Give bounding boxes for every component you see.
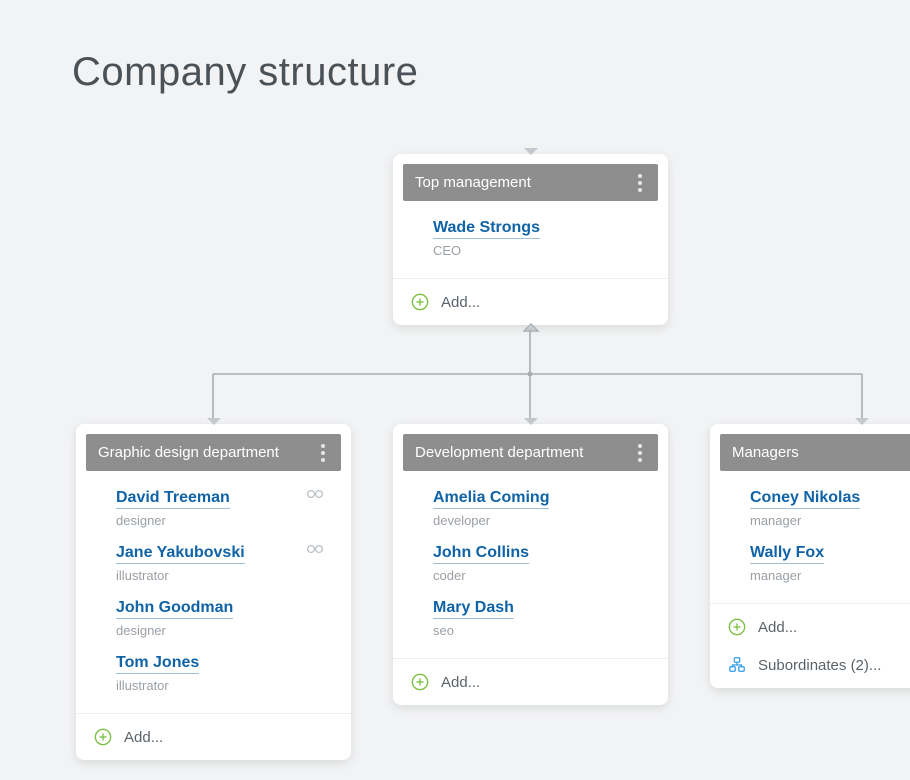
org-card-graphic-design: Graphic design department David Treeman … [76,424,351,760]
card-body: Amelia Coming developer John Collins cod… [403,471,658,652]
org-card-managers: Managers Coney Nikolas manager Wally Fox… [710,424,910,688]
person-row: John Goodman designer [94,593,333,648]
subordinates-label: Subordinates (2)... [758,657,881,674]
plus-circle-icon [94,728,112,746]
person-row: Amelia Coming developer [411,483,650,538]
subordinates-button[interactable]: Subordinates (2)... [710,646,910,684]
observer-icon [305,544,325,563]
person-role: developer [433,513,640,528]
card-title: Managers [732,444,799,461]
org-card-development: Development department Amelia Coming dev… [393,424,668,705]
person-name-link[interactable]: Wade Strongs [433,219,540,239]
card-title: Top management [415,174,531,191]
add-person-button[interactable]: Add... [393,663,668,701]
card-footer: Add... [393,658,668,705]
person-name-link[interactable]: Tom Jones [116,654,199,674]
card-footer: Add... [393,278,668,325]
add-person-button[interactable]: Add... [393,283,668,321]
person-row: Wade Strongs CEO [411,213,650,268]
collapse-arrow-icon[interactable] [205,416,223,426]
add-label: Add... [124,729,163,746]
card-body: Coney Nikolas manager Wally Fox manager [720,471,910,597]
person-row: Jane Yakubovski illustrator [94,538,333,593]
card-menu-button[interactable] [628,171,652,195]
person-name-link[interactable]: Amelia Coming [433,489,549,509]
person-name-link[interactable]: Wally Fox [750,544,824,564]
plus-circle-icon [411,673,429,691]
person-row: John Collins coder [411,538,650,593]
plus-circle-icon [728,618,746,636]
person-row: Coney Nikolas manager [728,483,910,538]
person-row: Wally Fox manager [728,538,910,593]
person-name-link[interactable]: Mary Dash [433,599,514,619]
add-label: Add... [441,294,480,311]
person-name-link[interactable]: John Collins [433,544,529,564]
card-title: Development department [415,444,583,461]
person-row: David Treeman designer [94,483,333,538]
card-header: Managers [720,434,910,471]
observer-icon [305,489,325,508]
person-name-link[interactable]: Jane Yakubovski [116,544,245,564]
collapse-arrow-icon[interactable] [853,416,871,426]
expand-arrow-icon[interactable] [522,323,540,333]
person-role: manager [750,513,910,528]
person-name-link[interactable]: David Treeman [116,489,230,509]
add-person-button[interactable]: Add... [710,608,910,646]
person-row: Tom Jones illustrator [94,648,333,703]
card-header: Development department [403,434,658,471]
card-header: Graphic design department [86,434,341,471]
person-role: seo [433,623,640,638]
card-body: David Treeman designer Jane Yakubovski i… [86,471,341,707]
person-name-link[interactable]: Coney Nikolas [750,489,860,509]
add-label: Add... [758,619,797,636]
plus-circle-icon [411,293,429,311]
person-row: Mary Dash seo [411,593,650,648]
card-header: Top management [403,164,658,201]
card-footer: Add... [76,713,351,760]
person-role: CEO [433,243,640,258]
hierarchy-icon [728,656,746,674]
card-menu-button[interactable] [628,441,652,465]
person-role: designer [116,513,323,528]
person-role: illustrator [116,678,323,693]
person-role: designer [116,623,323,638]
page-title: Company structure [72,50,418,95]
collapse-arrow-icon[interactable] [522,146,540,156]
person-role: illustrator [116,568,323,583]
card-footer: Add... Subordinates (2)... [710,603,910,688]
collapse-arrow-icon[interactable] [522,416,540,426]
card-body: Wade Strongs CEO [403,201,658,272]
add-person-button[interactable]: Add... [76,718,351,756]
person-role: coder [433,568,640,583]
org-card-top-management: Top management Wade Strongs CEO Add... [393,154,668,325]
card-title: Graphic design department [98,444,279,461]
card-menu-button[interactable] [311,441,335,465]
person-role: manager [750,568,910,583]
add-label: Add... [441,674,480,691]
person-name-link[interactable]: John Goodman [116,599,233,619]
